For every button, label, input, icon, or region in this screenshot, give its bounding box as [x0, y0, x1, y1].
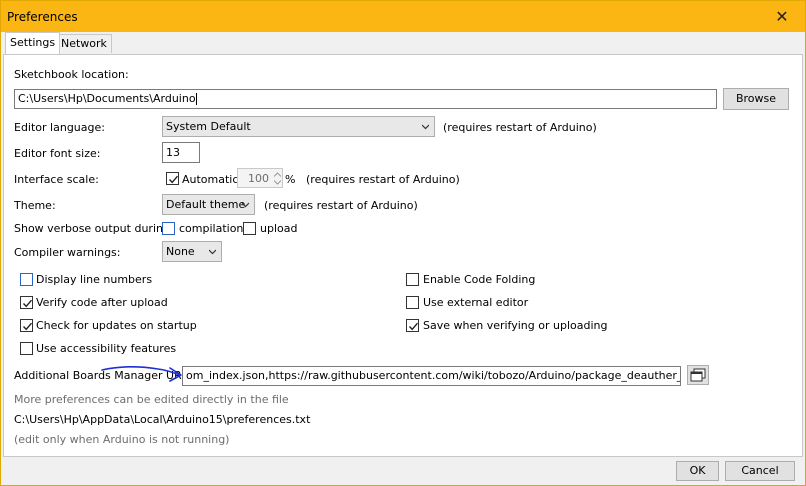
- sketchbook-path-input[interactable]: C:\Users\Hp\Documents\Arduino: [14, 89, 717, 109]
- dialog-footer: OK Cancel: [1, 457, 805, 485]
- theme-note: (requires restart of Arduino): [264, 199, 418, 212]
- annotation-arrow-icon: [101, 366, 182, 382]
- theme-value: Default theme: [166, 198, 246, 211]
- editor-language-select[interactable]: System Default: [162, 116, 435, 137]
- sketchbook-label: Sketchbook location:: [14, 68, 129, 81]
- check-updates-label: Check for updates on startup: [36, 319, 197, 332]
- close-icon[interactable]: ✕: [759, 1, 805, 32]
- more-prefs-text: More preferences can be edited directly …: [14, 393, 289, 406]
- font-size-input[interactable]: 13: [162, 142, 200, 163]
- edit-urls-button[interactable]: [687, 365, 709, 385]
- scale-value: 100: [248, 172, 269, 185]
- chevron-down-icon: [209, 249, 216, 255]
- display-line-numbers-label: Display line numbers: [36, 273, 153, 286]
- compilation-checkbox[interactable]: [162, 222, 175, 235]
- theme-label: Theme:: [14, 199, 56, 212]
- compiler-warnings-value: None: [166, 245, 195, 258]
- tab-settings[interactable]: Settings: [5, 32, 61, 54]
- compilation-label: compilation: [179, 222, 244, 235]
- preferences-window: Preferences ✕ Settings Network Sketchboo…: [0, 0, 806, 486]
- spin-down-icon[interactable]: [274, 180, 281, 185]
- external-editor-checkbox[interactable]: [406, 296, 419, 309]
- scale-unit: %: [285, 173, 296, 186]
- save-on-verify-label: Save when verifying or uploading: [423, 319, 608, 332]
- spin-up-icon[interactable]: [274, 172, 281, 177]
- chevron-down-icon: [242, 202, 249, 208]
- browse-button[interactable]: Browse: [723, 88, 789, 110]
- automatic-scale-checkbox[interactable]: [166, 172, 179, 185]
- verify-after-upload-checkbox[interactable]: [20, 296, 33, 309]
- accessibility-label: Use accessibility features: [36, 342, 177, 355]
- checkmark-icon: [168, 175, 179, 184]
- boards-urls-input[interactable]: om_index.json,https://raw.githubusercont…: [182, 366, 681, 386]
- checkmark-icon: [22, 299, 33, 308]
- code-folding-checkbox[interactable]: [406, 273, 419, 286]
- ok-button[interactable]: OK: [676, 461, 719, 481]
- checkmark-icon: [408, 322, 419, 331]
- checkmark-icon: [22, 322, 33, 331]
- save-on-verify-checkbox[interactable]: [406, 319, 419, 332]
- interface-scale-label: Interface scale:: [14, 173, 99, 186]
- window-title: Preferences: [7, 10, 78, 24]
- window-list-icon: [690, 368, 706, 382]
- theme-select[interactable]: Default theme: [162, 194, 255, 215]
- accessibility-checkbox[interactable]: [20, 342, 33, 355]
- code-folding-label: Enable Code Folding: [423, 273, 536, 286]
- verify-after-upload-label: Verify code after upload: [36, 296, 168, 309]
- title-bar[interactable]: Preferences ✕: [1, 1, 805, 32]
- scale-spinner[interactable]: 100: [237, 168, 283, 188]
- external-editor-label: Use external editor: [423, 296, 529, 309]
- editor-language-value: System Default: [166, 120, 251, 133]
- editor-language-note: (requires restart of Arduino): [443, 121, 597, 134]
- tab-network[interactable]: Network: [56, 34, 112, 53]
- verbose-label: Show verbose output during:: [14, 222, 174, 235]
- check-updates-checkbox[interactable]: [20, 319, 33, 332]
- compiler-warnings-label: Compiler warnings:: [14, 246, 121, 259]
- chevron-down-icon: [422, 124, 429, 130]
- compiler-warnings-select[interactable]: None: [162, 241, 222, 262]
- upload-label: upload: [260, 222, 298, 235]
- edit-note: (edit only when Arduino is not running): [14, 433, 230, 446]
- cancel-button[interactable]: Cancel: [725, 461, 795, 481]
- prefs-file-path[interactable]: C:\Users\Hp\AppData\Local\Arduino15\pref…: [14, 413, 310, 426]
- upload-checkbox[interactable]: [243, 222, 256, 235]
- interface-scale-note: (requires restart of Arduino): [306, 173, 460, 186]
- editor-language-label: Editor language:: [14, 121, 105, 134]
- settings-panel: Sketchbook location: C:\Users\Hp\Documen…: [3, 54, 803, 457]
- automatic-scale-label: Automatic: [182, 173, 239, 186]
- sketchbook-path-value: C:\Users\Hp\Documents\Arduino: [18, 92, 196, 105]
- display-line-numbers-checkbox[interactable]: [20, 273, 33, 286]
- font-size-label: Editor font size:: [14, 147, 101, 160]
